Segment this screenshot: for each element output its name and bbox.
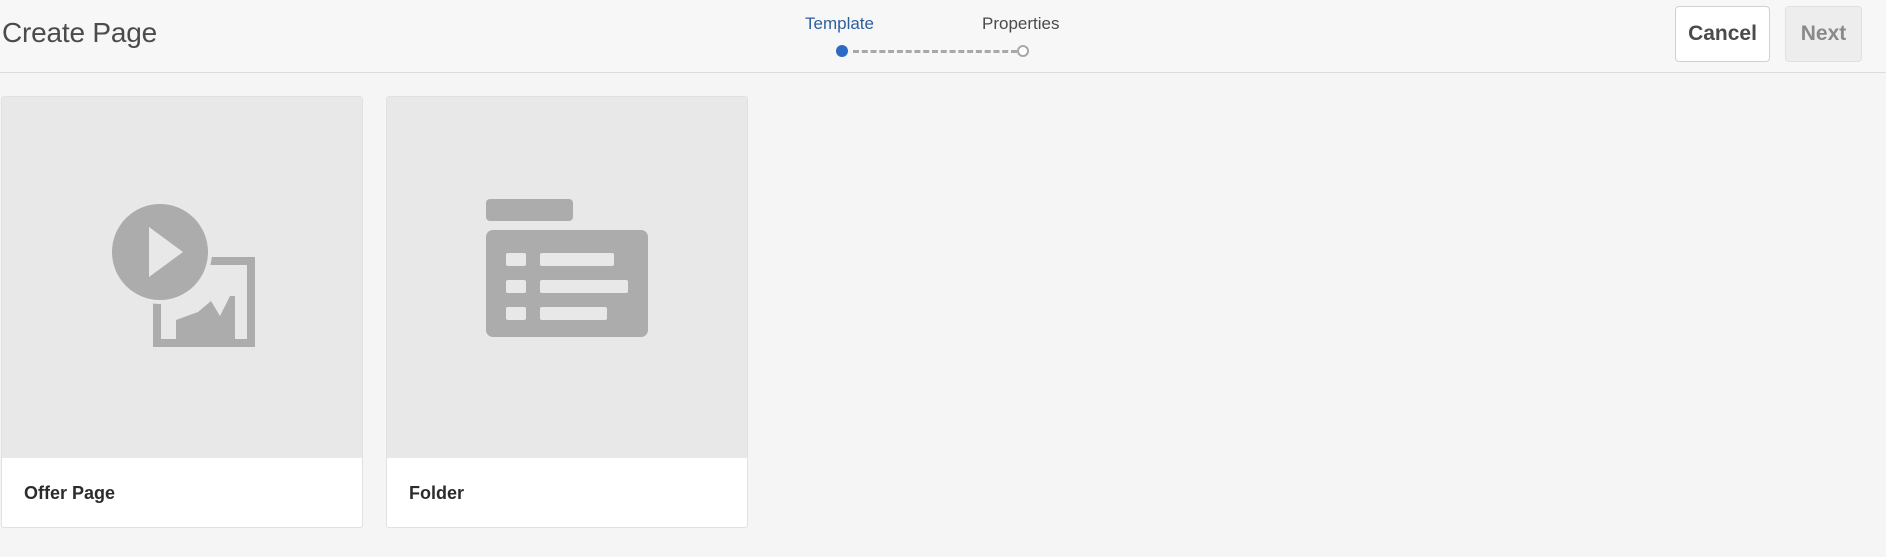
wizard-step-template: Template	[805, 14, 874, 33]
template-card-label: Offer Page	[24, 483, 116, 503]
wizard-step-properties: Properties	[982, 14, 1060, 33]
cancel-button[interactable]: Cancel	[1675, 6, 1770, 62]
template-card-folder[interactable]: Folder	[386, 96, 748, 528]
next-button[interactable]: Next	[1785, 6, 1862, 62]
folder-template-icon	[486, 199, 648, 337]
step-connector	[853, 50, 1017, 53]
template-thumbnail	[2, 97, 362, 458]
page-header: Create Page Template Properties Cancel N…	[0, 0, 1886, 73]
page-title: Create Page	[2, 17, 158, 48]
offer-page-icon	[108, 200, 255, 347]
step-indicator-pending	[1017, 45, 1029, 57]
template-thumbnail	[387, 97, 747, 458]
wizard-steps: Template Properties	[780, 0, 1080, 72]
step-indicator-active	[836, 45, 848, 57]
template-card-offer-page[interactable]: Offer Page	[1, 96, 363, 528]
template-card-label: Folder	[409, 483, 465, 503]
